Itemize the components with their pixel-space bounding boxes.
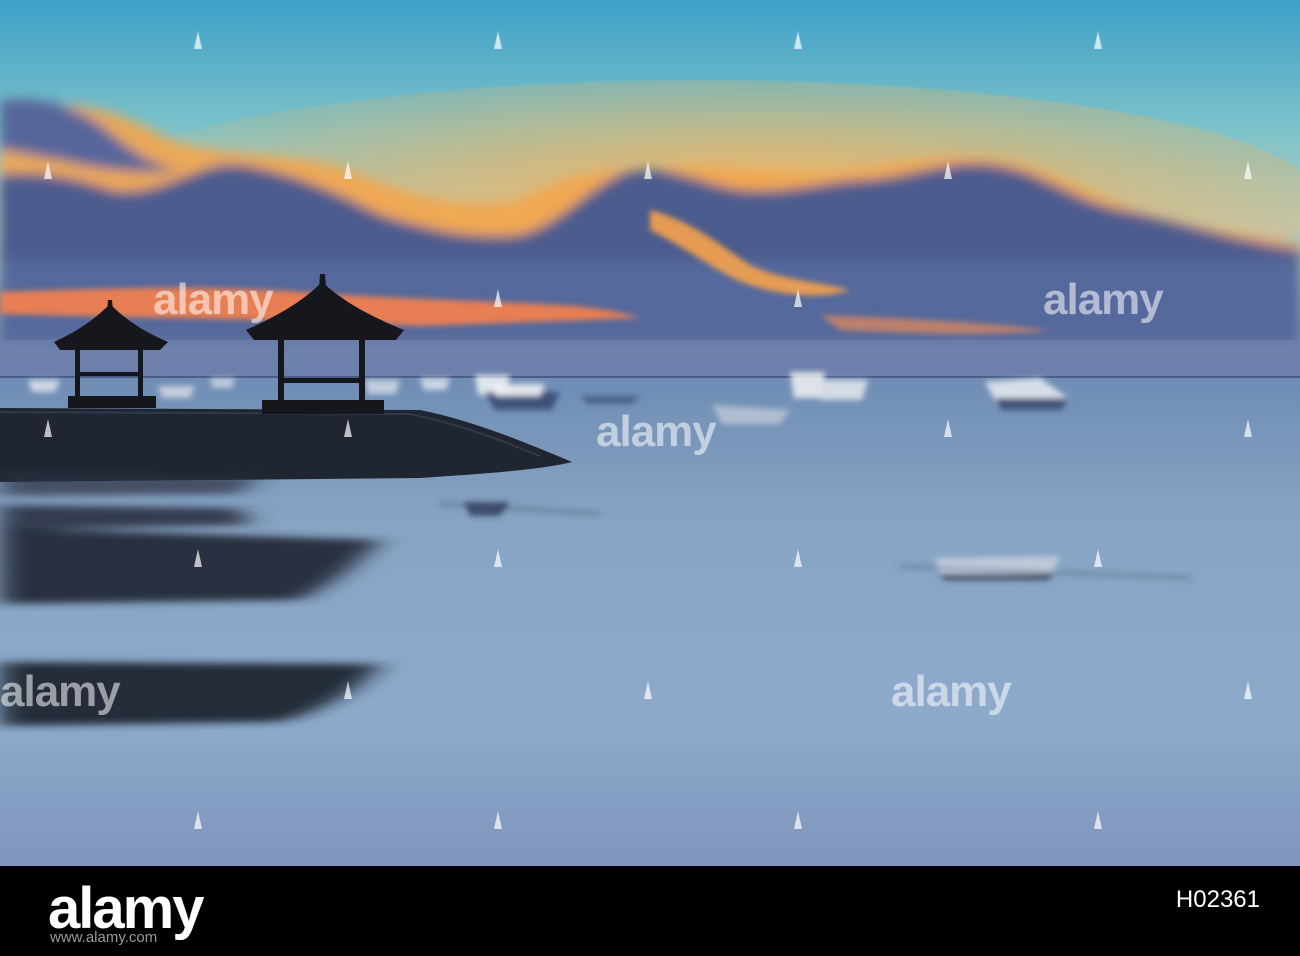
watermark-mark-icon — [344, 161, 352, 179]
watermark-mark-icon — [344, 419, 352, 437]
watermark-mark-icon — [794, 549, 802, 567]
horizon-haze — [0, 340, 1300, 378]
watermark-mark-icon — [494, 289, 502, 307]
watermark-mark-icon — [494, 549, 502, 567]
watermark-mark-icon — [644, 681, 652, 699]
watermark-mark-icon — [1094, 811, 1102, 829]
watermark-mark-icon — [44, 419, 52, 437]
watermark-text: alamy — [1043, 275, 1164, 324]
watermark-mark-icon — [1094, 31, 1102, 49]
watermark-mark-icon — [194, 549, 202, 567]
watermark-mark-icon — [944, 161, 952, 179]
watermark-text: alamy — [596, 407, 717, 456]
watermark-text: alamy — [891, 667, 1012, 716]
photo-frame: alamy alamy alamy alamy alamy alamy www.… — [0, 0, 1300, 956]
watermark-mark-icon — [194, 811, 202, 829]
watermark-text: alamy — [153, 275, 274, 324]
watermark-mark-icon — [494, 811, 502, 829]
watermark-mark-icon — [794, 31, 802, 49]
watermark-mark-icon — [44, 161, 52, 179]
watermark-mark-icon — [794, 289, 802, 307]
watermark-mark-icon — [1244, 681, 1252, 699]
watermark-mark-icon — [1094, 549, 1102, 567]
watermark-text: alamy — [0, 667, 121, 716]
watermark-mark-icon — [344, 681, 352, 699]
watermark-mark-icon — [1244, 419, 1252, 437]
image-id: H02361 — [1175, 886, 1260, 913]
footer-bar: alamy www.alamy.com H02361 — [0, 866, 1300, 956]
watermark-mark-icon — [194, 31, 202, 49]
watermark-mark-icon — [494, 31, 502, 49]
watermark-mark-icon — [1244, 161, 1252, 179]
watermark-mark-icon — [794, 811, 802, 829]
footer-url: www.alamy.com — [50, 929, 158, 946]
watermark-mark-icon — [644, 161, 652, 179]
watermark-mark-icon — [944, 419, 952, 437]
